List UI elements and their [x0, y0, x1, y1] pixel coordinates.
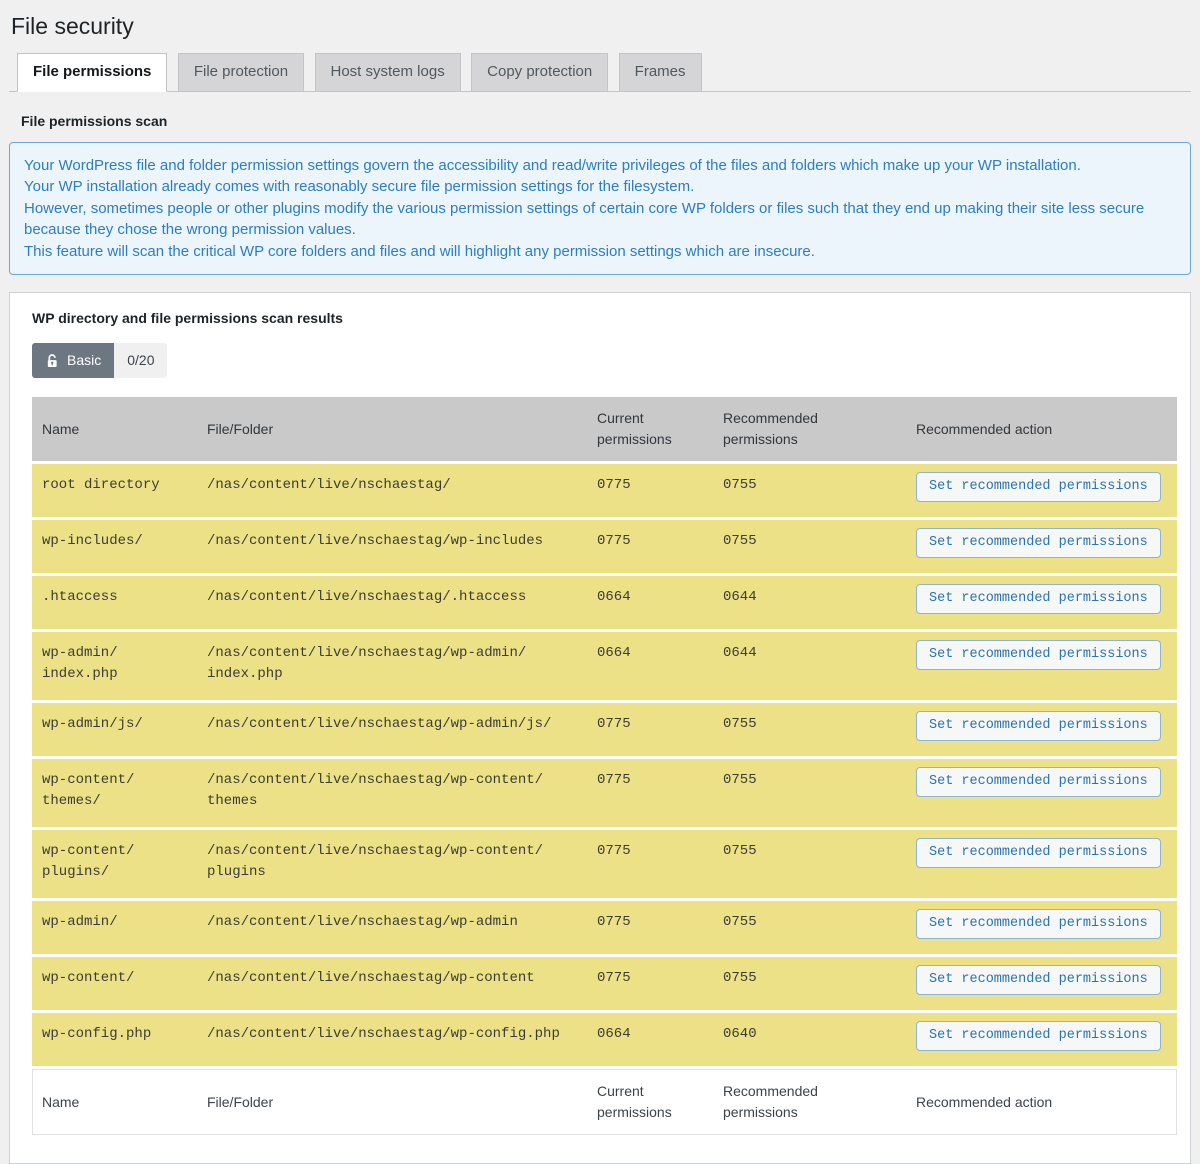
table-row: wp-content/ /nas/content/live/nschaestag… [32, 956, 1177, 1012]
row-current-permissions: 0775 [587, 519, 713, 575]
row-name: wp-includes/ [32, 519, 197, 575]
row-recommended-permissions: 0755 [713, 900, 906, 956]
page-title: File security [9, 0, 1191, 47]
set-recommended-permissions-button[interactable]: Set recommended permissions [916, 965, 1161, 995]
col-header-file-folder: File/Folder [197, 397, 587, 463]
row-current-permissions: 0775 [587, 829, 713, 900]
row-current-permissions: 0775 [587, 956, 713, 1012]
row-path: /nas/content/live/nschaestag/wp-content [197, 956, 587, 1012]
row-name: wp-admin/ index.php [32, 631, 197, 702]
row-path: /nas/content/live/nschaestag/wp-admin/ i… [197, 631, 587, 702]
row-name: .htaccess [32, 575, 197, 631]
row-recommended-permissions: 0644 [713, 631, 906, 702]
col-header-recommended-action: Recommended action [906, 397, 1177, 463]
footer-col-name: Name [32, 1068, 197, 1136]
row-current-permissions: 0664 [587, 575, 713, 631]
table-row: wp-admin/js/ /nas/content/live/nschaesta… [32, 702, 1177, 758]
row-current-permissions: 0775 [587, 758, 713, 829]
row-recommended-permissions: 0755 [713, 463, 906, 519]
row-name: wp-admin/ [32, 900, 197, 956]
row-recommended-permissions: 0755 [713, 758, 906, 829]
scan-results-heading: WP directory and file permissions scan r… [32, 310, 1177, 326]
row-current-permissions: 0775 [587, 900, 713, 956]
tab-file-permissions[interactable]: File permissions [17, 53, 167, 92]
set-recommended-permissions-button[interactable]: Set recommended permissions [916, 711, 1161, 741]
set-recommended-permissions-button[interactable]: Set recommended permissions [916, 767, 1161, 797]
tab-host-system-logs[interactable]: Host system logs [315, 53, 461, 92]
table-row: wp-content/ plugins/ /nas/content/live/n… [32, 829, 1177, 900]
set-recommended-permissions-button[interactable]: Set recommended permissions [916, 838, 1161, 868]
info-box: Your WordPress file and folder permissio… [9, 142, 1191, 275]
table-row: wp-includes/ /nas/content/live/nschaesta… [32, 519, 1177, 575]
row-name: root directory [32, 463, 197, 519]
row-name: wp-admin/js/ [32, 702, 197, 758]
info-line: Your WP installation already comes with … [24, 176, 1176, 197]
row-current-permissions: 0664 [587, 1012, 713, 1068]
security-level-badge: Basic 0/20 [32, 343, 167, 378]
row-name: wp-content/ themes/ [32, 758, 197, 829]
tab-copy-protection[interactable]: Copy protection [471, 53, 608, 92]
footer-col-file-folder: File/Folder [197, 1068, 587, 1136]
open-padlock-icon [45, 353, 60, 369]
info-line: Your WordPress file and folder permissio… [24, 155, 1176, 176]
footer-col-recommended-permissions: Recommended permissions [713, 1068, 906, 1136]
set-recommended-permissions-button[interactable]: Set recommended permissions [916, 528, 1161, 558]
row-name: wp-content/ plugins/ [32, 829, 197, 900]
security-level-label: Basic [32, 343, 114, 378]
table-row: .htaccess /nas/content/live/nschaestag/.… [32, 575, 1177, 631]
row-current-permissions: 0775 [587, 463, 713, 519]
col-header-recommended-permissions: Recommended permissions [713, 397, 906, 463]
row-path: /nas/content/live/nschaestag/.htaccess [197, 575, 587, 631]
table-row: root directory /nas/content/live/nschaes… [32, 463, 1177, 519]
tab-file-protection[interactable]: File protection [178, 53, 304, 92]
security-score: 0/20 [114, 343, 167, 378]
col-header-current-permissions: Current permissions [587, 397, 713, 463]
table-row: wp-admin/ /nas/content/live/nschaestag/w… [32, 900, 1177, 956]
table-row: wp-admin/ index.php /nas/content/live/ns… [32, 631, 1177, 702]
permissions-table: Name File/Folder Current permissions Rec… [32, 397, 1177, 1135]
row-current-permissions: 0775 [587, 702, 713, 758]
row-name: wp-content/ [32, 956, 197, 1012]
footer-col-recommended-action: Recommended action [906, 1068, 1177, 1136]
set-recommended-permissions-button[interactable]: Set recommended permissions [916, 640, 1161, 670]
info-line: However, sometimes people or other plugi… [24, 198, 1176, 241]
set-recommended-permissions-button[interactable]: Set recommended permissions [916, 909, 1161, 939]
row-name: wp-config.php [32, 1012, 197, 1068]
row-recommended-permissions: 0640 [713, 1012, 906, 1068]
row-recommended-permissions: 0755 [713, 519, 906, 575]
row-recommended-permissions: 0755 [713, 702, 906, 758]
row-path: /nas/content/live/nschaestag/wp-content/… [197, 829, 587, 900]
table-header-row: Name File/Folder Current permissions Rec… [32, 397, 1177, 463]
info-line: This feature will scan the critical WP c… [24, 241, 1176, 262]
row-path: /nas/content/live/nschaestag/wp-admin/js… [197, 702, 587, 758]
row-path: /nas/content/live/nschaestag/ [197, 463, 587, 519]
set-recommended-permissions-button[interactable]: Set recommended permissions [916, 584, 1161, 614]
row-current-permissions: 0664 [587, 631, 713, 702]
set-recommended-permissions-button[interactable]: Set recommended permissions [916, 472, 1161, 502]
footer-col-current-permissions: Current permissions [587, 1068, 713, 1136]
tab-bar: File permissions File protection Host sy… [9, 53, 1191, 92]
row-recommended-permissions: 0644 [713, 575, 906, 631]
set-recommended-permissions-button[interactable]: Set recommended permissions [916, 1021, 1161, 1051]
section-heading: File permissions scan [21, 113, 1191, 129]
row-path: /nas/content/live/nschaestag/wp-content/… [197, 758, 587, 829]
row-recommended-permissions: 0755 [713, 829, 906, 900]
table-footer-row: Name File/Folder Current permissions Rec… [32, 1068, 1177, 1136]
row-recommended-permissions: 0755 [713, 956, 906, 1012]
scan-results-card: WP directory and file permissions scan r… [9, 292, 1191, 1164]
table-row: wp-config.php /nas/content/live/nschaest… [32, 1012, 1177, 1068]
col-header-name: Name [32, 397, 197, 463]
row-path: /nas/content/live/nschaestag/wp-admin [197, 900, 587, 956]
table-row: wp-content/ themes/ /nas/content/live/ns… [32, 758, 1177, 829]
tab-frames[interactable]: Frames [619, 53, 702, 92]
row-path: /nas/content/live/nschaestag/wp-includes [197, 519, 587, 575]
row-path: /nas/content/live/nschaestag/wp-config.p… [197, 1012, 587, 1068]
